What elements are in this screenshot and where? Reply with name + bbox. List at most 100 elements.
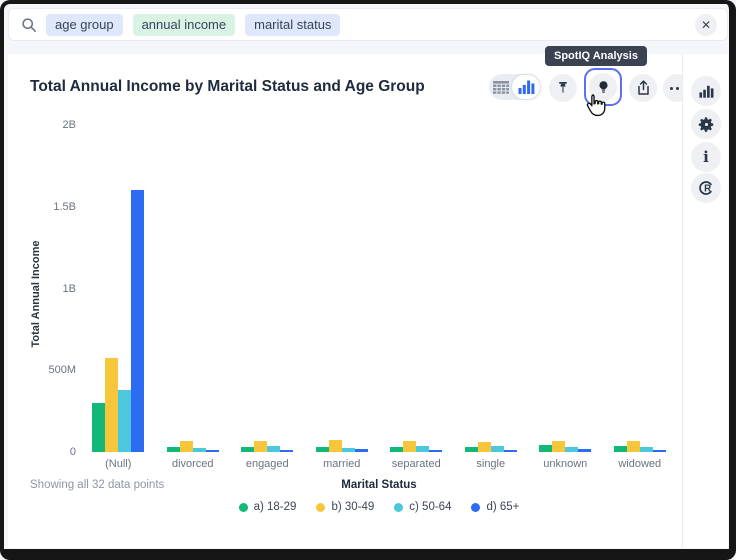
- r-analysis-button[interactable]: R: [691, 173, 721, 203]
- bar[interactable]: [390, 447, 403, 452]
- search-token-list: age group annual income marital status: [46, 14, 695, 36]
- share-button[interactable]: [629, 74, 657, 102]
- legend-label: d) 65+: [486, 501, 519, 513]
- bar[interactable]: [280, 450, 293, 452]
- right-sidebar: i R: [682, 54, 728, 548]
- x-tick-label: unknown: [528, 458, 603, 470]
- bar-group: separated: [379, 125, 454, 452]
- y-tick-label: 0: [26, 446, 76, 458]
- view-toggle: [489, 74, 541, 100]
- search-bar[interactable]: age group annual income marital status ✕: [8, 8, 728, 41]
- share-icon: [636, 80, 651, 96]
- x-tick-label: single: [454, 458, 529, 470]
- bar-group: (Null): [81, 125, 156, 452]
- answer-toolbar: [489, 73, 691, 111]
- svg-text:R: R: [704, 184, 711, 195]
- bar[interactable]: [627, 441, 640, 452]
- legend-label: b) 30-49: [331, 501, 374, 513]
- settings-button[interactable]: [691, 109, 721, 139]
- legend-item[interactable]: a) 18-29: [239, 501, 297, 513]
- bar[interactable]: [180, 441, 193, 452]
- bar[interactable]: [565, 447, 578, 452]
- search-token[interactable]: age group: [46, 14, 123, 36]
- legend-dot-icon: [394, 503, 403, 512]
- spotiq-tooltip: SpotIQ Analysis: [545, 46, 647, 66]
- legend-label: c) 50-64: [409, 501, 451, 513]
- bar-group: married: [305, 125, 380, 452]
- bar[interactable]: [478, 442, 491, 452]
- gear-icon: [698, 116, 715, 133]
- bar[interactable]: [316, 447, 329, 452]
- bar[interactable]: [118, 390, 131, 452]
- bar[interactable]: [267, 446, 280, 453]
- bar[interactable]: [206, 450, 219, 453]
- bar[interactable]: [578, 449, 591, 452]
- chart-config-button[interactable]: [691, 76, 721, 106]
- legend-label: a) 18-29: [254, 501, 297, 513]
- search-token[interactable]: annual income: [133, 14, 236, 36]
- bar-group: unknown: [528, 125, 603, 452]
- bar[interactable]: [105, 358, 118, 452]
- bar[interactable]: [241, 447, 254, 452]
- lightbulb-icon: [595, 79, 612, 96]
- spotiq-analysis-button[interactable]: [589, 73, 617, 101]
- bar[interactable]: [167, 447, 180, 452]
- bar[interactable]: [640, 447, 653, 452]
- bar[interactable]: [552, 441, 565, 452]
- x-tick-label: engaged: [230, 458, 305, 470]
- y-tick-label: 2B: [26, 119, 76, 131]
- bar-group: single: [454, 125, 529, 452]
- legend-dot-icon: [316, 503, 325, 512]
- info-icon: i: [703, 148, 709, 166]
- x-axis-title: Marital Status: [81, 479, 677, 491]
- pin-icon: [555, 80, 571, 96]
- r-logo-icon: R: [697, 179, 715, 197]
- bar[interactable]: [465, 447, 478, 452]
- bar[interactable]: [614, 446, 627, 452]
- page-title: Total Annual Income by Marital Status an…: [30, 78, 425, 96]
- bar[interactable]: [355, 449, 368, 452]
- legend-item[interactable]: d) 65+: [471, 501, 519, 513]
- x-tick-label: married: [305, 458, 380, 470]
- answer-card: Total Annual Income by Marital Status an…: [8, 54, 682, 548]
- search-token[interactable]: marital status: [245, 14, 340, 36]
- bar[interactable]: [429, 450, 442, 452]
- spotiq-highlight: [584, 68, 622, 106]
- bar[interactable]: [403, 441, 416, 452]
- y-axis-ticks: 0500M1B1.5B2B: [26, 125, 76, 452]
- table-view-icon[interactable]: [490, 75, 512, 99]
- bar[interactable]: [92, 403, 105, 452]
- plot-area: (Null)divorcedengagedmarriedseparatedsin…: [81, 125, 677, 452]
- legend-item[interactable]: b) 30-49: [316, 501, 374, 513]
- y-tick-label: 1B: [26, 283, 76, 295]
- y-tick-label: 1.5B: [26, 201, 76, 213]
- legend-item[interactable]: c) 50-64: [394, 501, 451, 513]
- x-tick-label: separated: [379, 458, 454, 470]
- bar[interactable]: [416, 446, 429, 452]
- x-tick-label: (Null): [81, 458, 156, 470]
- bar-group: engaged: [230, 125, 305, 452]
- bar[interactable]: [329, 440, 342, 452]
- bar[interactable]: [342, 448, 355, 452]
- bar[interactable]: [131, 190, 144, 452]
- bar[interactable]: [504, 450, 517, 453]
- bar-group: divorced: [156, 125, 231, 452]
- bar[interactable]: [539, 445, 552, 452]
- y-tick-label: 500M: [26, 364, 76, 376]
- search-icon: [21, 17, 37, 33]
- bar-chart-icon: [699, 85, 714, 98]
- bar[interactable]: [193, 448, 206, 452]
- legend-dot-icon: [239, 503, 248, 512]
- bar[interactable]: [254, 441, 267, 452]
- x-tick-label: widowed: [603, 458, 678, 470]
- pin-button[interactable]: [549, 74, 577, 102]
- legend-dot-icon: [471, 503, 480, 512]
- bar-group: widowed: [603, 125, 678, 452]
- chart-legend: a) 18-29 b) 30-49 c) 50-64 d) 65+: [81, 501, 677, 513]
- x-tick-label: divorced: [156, 458, 231, 470]
- close-icon[interactable]: ✕: [695, 14, 717, 36]
- bar[interactable]: [491, 446, 504, 452]
- bar[interactable]: [653, 450, 666, 453]
- chart-view-icon[interactable]: [512, 75, 540, 99]
- info-button[interactable]: i: [691, 142, 721, 172]
